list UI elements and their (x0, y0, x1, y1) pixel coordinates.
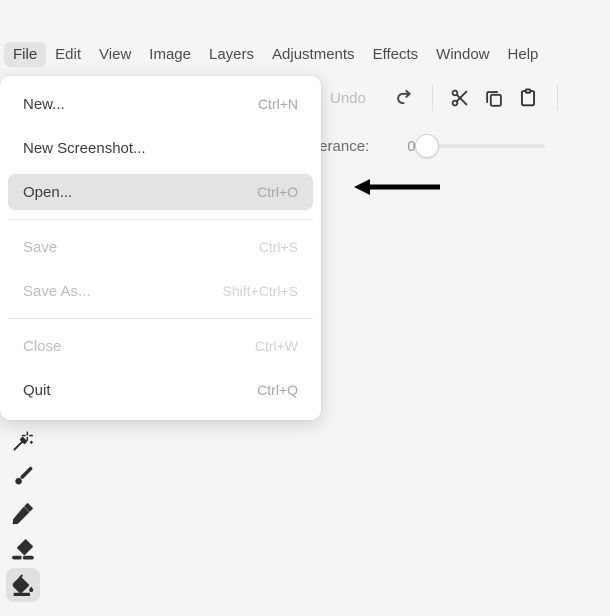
menu-item-open[interactable]: Open... Ctrl+O (8, 174, 313, 210)
menu-item-save[interactable]: Save Ctrl+S (8, 229, 313, 265)
menu-item-accelerator: Ctrl+W (254, 338, 298, 354)
slider-thumb[interactable] (414, 134, 439, 158)
tool-eraser[interactable] (6, 532, 40, 566)
tool-paintbrush[interactable] (6, 460, 40, 494)
menu-item-quit[interactable]: Quit Ctrl+Q (8, 372, 313, 408)
menubar-item-effects[interactable]: Effects (364, 42, 428, 67)
annotation-arrow-left (352, 176, 444, 198)
menubar-item-help[interactable]: Help (499, 42, 548, 67)
menu-item-close[interactable]: Close Ctrl+W (8, 328, 313, 364)
menu-item-label: Close (23, 337, 62, 355)
menu-bar: File Edit View Image Layers Adjustments … (0, 38, 610, 70)
menu-separator-1 (8, 219, 313, 220)
menubar-item-view[interactable]: View (90, 42, 140, 67)
title-strip (0, 0, 610, 38)
tolerance-slider[interactable] (414, 133, 545, 159)
file-dropdown-menu: New... Ctrl+N New Screenshot... Open... … (0, 76, 321, 420)
edit-toolbar: Undo (330, 76, 610, 120)
toolbar-separator-1 (431, 85, 433, 111)
menu-item-accelerator: Shift+Ctrl+S (222, 283, 298, 299)
undo-button[interactable]: Undo (330, 90, 366, 107)
menubar-item-edit[interactable]: Edit (46, 42, 90, 67)
menu-separator-2 (8, 318, 313, 319)
menubar-item-image[interactable]: Image (140, 42, 200, 67)
cut-icon[interactable] (443, 81, 477, 115)
paste-icon[interactable] (511, 81, 545, 115)
tool-sidebar (0, 424, 46, 604)
tool-paint-bucket[interactable] (6, 568, 40, 602)
menu-item-label: New... (23, 95, 65, 113)
copy-icon[interactable] (477, 81, 511, 115)
menu-item-label: Save (23, 238, 58, 256)
menu-item-label: Save As... (23, 282, 91, 300)
menu-item-accelerator: Ctrl+Q (257, 382, 298, 398)
tool-magic-wand[interactable] (6, 424, 40, 458)
redo-icon[interactable] (388, 81, 422, 115)
menu-item-label: Quit (23, 381, 51, 399)
tool-pencil[interactable] (6, 496, 40, 530)
tolerance-option-row: Tolerance: 0 (300, 131, 545, 161)
menubar-item-adjustments[interactable]: Adjustments (263, 42, 364, 67)
menu-item-new[interactable]: New... Ctrl+N (8, 86, 313, 122)
menubar-item-file[interactable]: File (4, 41, 47, 67)
menu-item-save-as[interactable]: Save As... Shift+Ctrl+S (8, 273, 313, 309)
menu-item-label: Open... (23, 183, 73, 201)
menubar-item-window[interactable]: Window (427, 42, 498, 67)
toolbar-separator-2 (556, 85, 558, 111)
menu-item-accelerator: Ctrl+N (257, 96, 298, 112)
menu-item-accelerator: Ctrl+O (257, 184, 298, 200)
menubar-item-layers[interactable]: Layers (200, 42, 263, 67)
menu-item-new-screenshot[interactable]: New Screenshot... (8, 130, 313, 166)
menu-item-label: New Screenshot... (23, 139, 146, 157)
menu-item-accelerator: Ctrl+S (258, 239, 298, 255)
